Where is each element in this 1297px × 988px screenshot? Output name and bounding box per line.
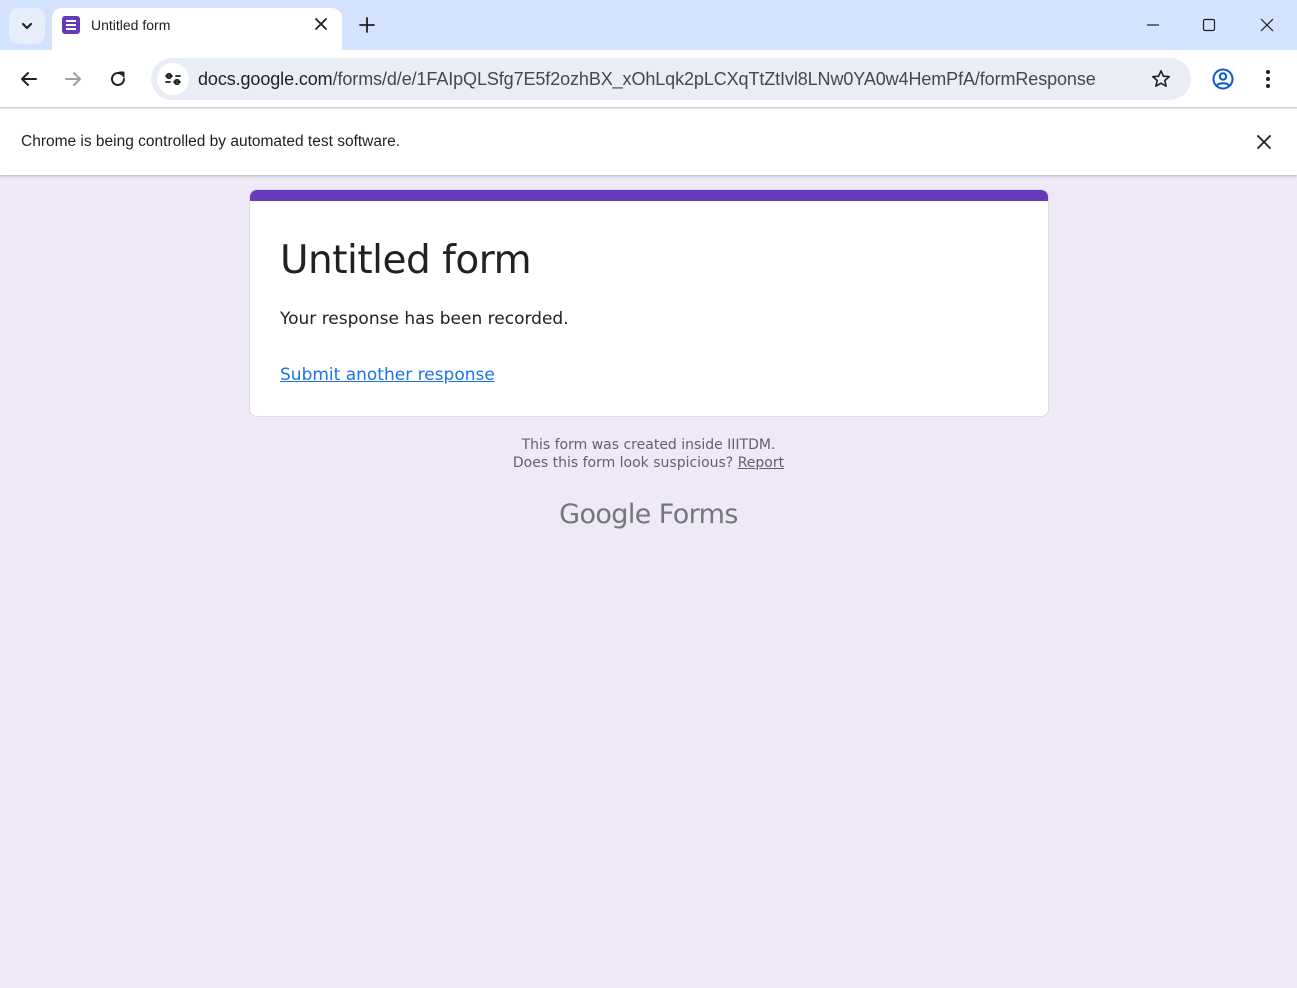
minimize-button[interactable] — [1125, 0, 1181, 50]
chevron-down-icon — [20, 19, 34, 33]
plus-icon — [359, 17, 375, 33]
reload-button[interactable] — [101, 62, 135, 96]
back-button[interactable] — [12, 62, 46, 96]
minimize-icon — [1146, 18, 1160, 32]
maximize-button[interactable] — [1181, 0, 1237, 50]
form-card: Untitled form Your response has been rec… — [249, 189, 1049, 417]
submit-another-response-link[interactable]: Submit another response — [280, 365, 495, 385]
confirmation-message: Your response has been recorded. — [280, 309, 569, 329]
tune-icon — [164, 70, 182, 88]
automation-infobar: Chrome is being controlled by automated … — [0, 109, 1297, 175]
created-inside-text: This form was created inside IIITDM. — [521, 437, 776, 453]
new-tab-button[interactable] — [352, 10, 382, 40]
tab-title: Untitled form — [91, 17, 171, 33]
bookmark-button[interactable] — [1147, 65, 1175, 93]
close-icon — [1257, 135, 1271, 149]
more-vert-icon — [1265, 69, 1271, 89]
forward-button[interactable] — [56, 62, 90, 96]
close-icon — [1260, 18, 1274, 32]
arrow-right-icon — [64, 70, 82, 88]
tab-close-button[interactable] — [310, 13, 332, 35]
tab-strip: Untitled form — [0, 0, 1297, 50]
report-link[interactable]: Report — [738, 455, 784, 471]
logo-forms: Forms — [658, 499, 739, 530]
infobar-close-button[interactable] — [1252, 130, 1276, 154]
tab-search-button[interactable] — [9, 8, 45, 44]
maximize-icon — [1202, 18, 1216, 32]
google-forms-logo[interactable]: Google Forms — [0, 499, 1297, 530]
menu-button[interactable] — [1251, 62, 1285, 96]
site-info-button[interactable] — [157, 63, 189, 95]
form-accent-bar — [250, 190, 1048, 201]
suspicious-text-line: Does this form look suspicious? Report — [0, 455, 1297, 471]
browser-toolbar: docs.google.com/forms/d/e/1FAIpQLSfg7E5f… — [0, 50, 1297, 108]
infobar-message: Chrome is being controlled by automated … — [21, 133, 401, 150]
tab-active[interactable]: Untitled form — [52, 8, 342, 50]
form-title: Untitled form — [280, 238, 532, 283]
close-icon — [315, 18, 327, 30]
url-path: /forms/d/e/1FAIpQLSfg7E5f2ozhBX_xOhLqk2p… — [332, 69, 1096, 89]
profile-button[interactable] — [1206, 62, 1240, 96]
address-bar[interactable]: docs.google.com/forms/d/e/1FAIpQLSfg7E5f… — [151, 58, 1191, 100]
reload-icon — [109, 70, 127, 88]
account-circle-icon — [1212, 68, 1234, 90]
url-host: docs.google.com — [198, 69, 333, 89]
arrow-left-icon — [20, 70, 38, 88]
star-icon — [1151, 69, 1171, 89]
url-text[interactable]: docs.google.com/forms/d/e/1FAIpQLSfg7E5f… — [198, 69, 1096, 90]
suspicious-question: Does this form look suspicious? — [512, 455, 734, 471]
logo-google: Google — [559, 499, 651, 530]
google-forms-icon — [62, 16, 80, 34]
close-window-button[interactable] — [1239, 0, 1295, 50]
